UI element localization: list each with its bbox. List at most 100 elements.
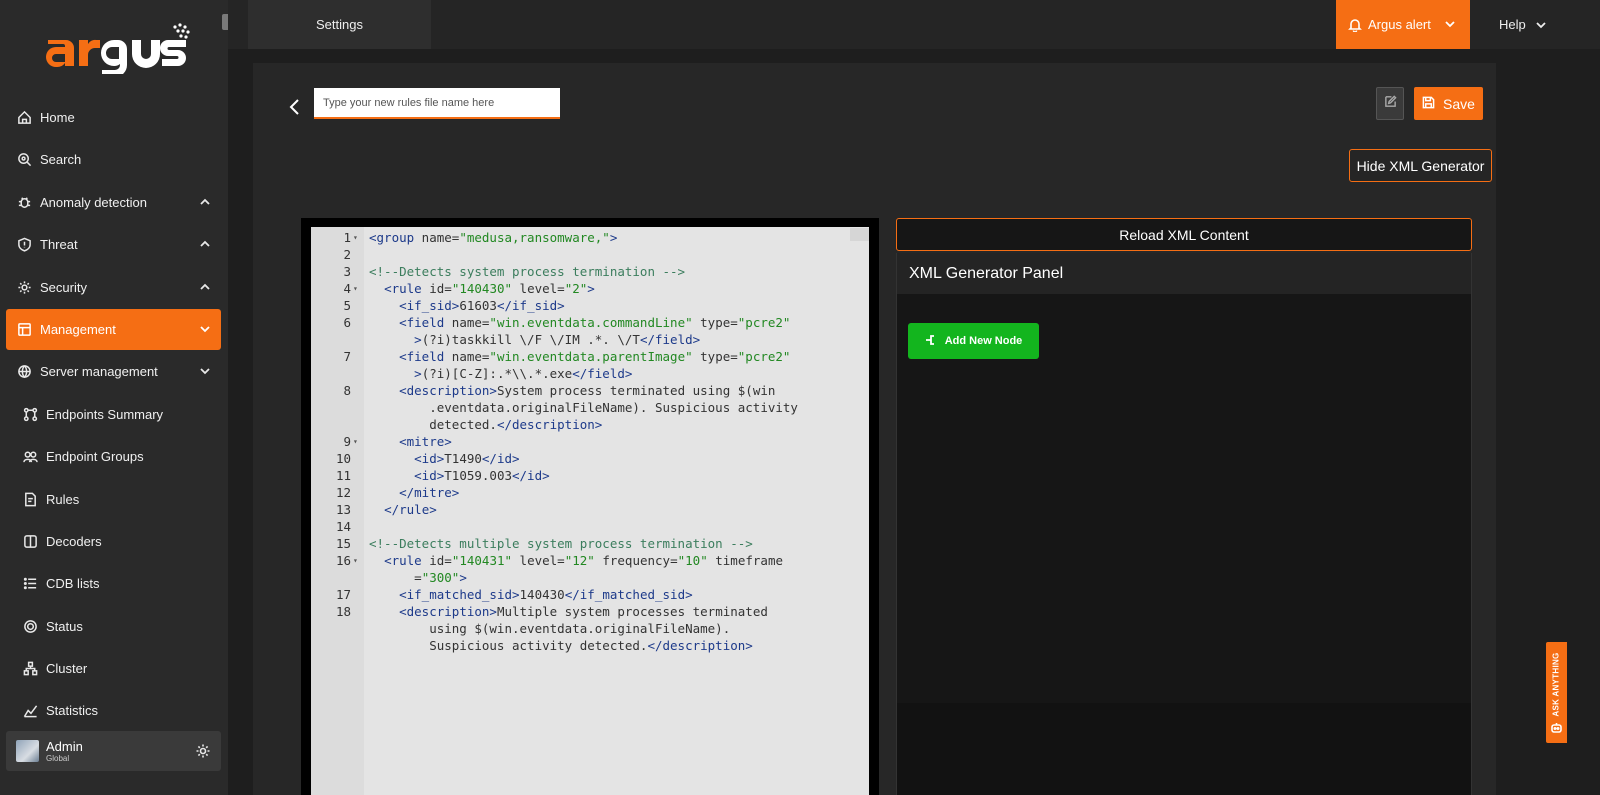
code-line[interactable]: 18 <description>Multiple system processe… xyxy=(311,603,869,620)
code-text: <!--Detects multiple system process term… xyxy=(369,536,753,551)
edit-button[interactable] xyxy=(1376,87,1404,120)
code-line[interactable]: 12 </mitre> xyxy=(311,484,869,501)
settings-gear-icon[interactable] xyxy=(195,743,211,759)
back-arrow-icon[interactable] xyxy=(288,98,302,116)
argus-logo[interactable] xyxy=(44,22,194,74)
search-icon xyxy=(16,152,32,168)
help-menu-button[interactable]: Help xyxy=(1488,0,1568,49)
code-line[interactable]: Suspicious activity detected.</descripti… xyxy=(311,637,869,654)
chat-bot-icon xyxy=(1550,722,1563,735)
chevron-up-icon[interactable] xyxy=(199,281,211,293)
rules-filename-input[interactable] xyxy=(314,88,560,119)
sidebar-item-endpoint-groups[interactable]: Endpoint Groups xyxy=(6,436,221,477)
home-icon xyxy=(16,110,32,126)
code-text: <id>T1490</id> xyxy=(414,451,520,466)
xml-code-editor[interactable]: 1 ▾ <group name="medusa,ransomware,"> 2 3 <!-… xyxy=(311,227,869,795)
add-new-node-button[interactable]: Add New Node xyxy=(908,323,1039,359)
sidebar-item-security[interactable]: Security xyxy=(6,267,221,308)
code-text: <field name="win.eventdata.parentImage" … xyxy=(399,349,791,364)
sidebar-item-threat[interactable]: Threat xyxy=(6,224,221,265)
sidebar-item-label: Endpoints Summary xyxy=(46,406,164,422)
sidebar-item-cluster[interactable]: Cluster xyxy=(6,648,221,689)
code-text: <field name="win.eventdata.commandLine" … xyxy=(399,315,791,330)
code-line[interactable]: 4 ▾ <rule id="140430" level="2"> xyxy=(311,280,869,297)
code-text: </mitre> xyxy=(399,485,460,500)
sidebar-item-label: Search xyxy=(40,152,82,168)
group-icon xyxy=(22,449,38,465)
sidebar-item-management[interactable]: Management xyxy=(6,308,221,350)
bug-icon xyxy=(16,194,32,210)
argus-alert-button[interactable]: Argus alert xyxy=(1336,0,1470,49)
code-line[interactable]: ="300"> xyxy=(311,569,869,586)
code-line[interactable]: 7 <field name="win.eventdata.parentImage… xyxy=(311,348,869,365)
code-line[interactable]: 9 ▾ <mitre> xyxy=(311,433,869,450)
fold-toggle-icon[interactable]: ▾ xyxy=(353,229,358,246)
code-text: <rule id="140430" level="2"> xyxy=(384,281,595,296)
code-line[interactable]: using $(win.eventdata.originalFileName). xyxy=(311,620,869,637)
line-number: 5 xyxy=(343,298,351,313)
code-line[interactable]: detected.</description> xyxy=(311,416,869,433)
sidebar-item-label: Home xyxy=(40,110,75,125)
decoder-icon xyxy=(22,533,38,549)
tab-settings[interactable]: Settings xyxy=(248,0,431,49)
sidebar-item-endpoints-summary[interactable]: Endpoints Summary xyxy=(6,394,221,435)
xml-generator-title: XML Generator Panel xyxy=(909,265,1064,282)
code-line[interactable]: >(?i)[C-Z]:.*\\.*.exe</field> xyxy=(311,365,869,382)
code-line[interactable]: 1 ▾ <group name="medusa,ransomware,"> xyxy=(311,229,869,246)
code-text: <if_sid>61603</if_sid> xyxy=(399,298,565,313)
save-button[interactable]: Save xyxy=(1414,87,1483,120)
line-number: 13 xyxy=(335,502,351,517)
code-line[interactable]: .eventdata.originalFileName). Suspicious… xyxy=(311,399,869,416)
ask-anything-tab[interactable]: ASK ANYTHING xyxy=(1546,642,1567,743)
code-line[interactable]: 5 <if_sid>61603</if_sid> xyxy=(311,297,869,314)
fold-toggle-icon[interactable]: ▾ xyxy=(353,280,358,297)
code-line[interactable]: 3 <!--Detects system process termination … xyxy=(311,263,869,280)
sidebar-item-label: Endpoint Groups xyxy=(46,449,144,465)
fold-toggle-icon[interactable]: ▾ xyxy=(353,552,358,569)
cluster-icon xyxy=(22,661,38,677)
reload-xml-content-button[interactable]: Reload XML Content xyxy=(896,218,1472,251)
chevron-down-icon[interactable] xyxy=(199,365,211,377)
code-line[interactable]: 13 </rule> xyxy=(311,501,869,518)
sidebar-item-cdb-lists[interactable]: CDB lists xyxy=(6,563,221,604)
sidebar-item-statistics[interactable]: Statistics xyxy=(6,690,221,731)
shield-icon xyxy=(16,237,32,253)
sidebar-item-server-management[interactable]: Server management xyxy=(6,351,221,392)
code-text: <rule id="140431" level="12" frequency="… xyxy=(384,553,783,568)
status-icon xyxy=(22,618,38,634)
code-line[interactable]: 16 ▾ <rule id="140431" level="12" frequen… xyxy=(311,552,869,569)
chevron-up-icon[interactable] xyxy=(199,196,211,208)
save-icon xyxy=(1422,96,1443,112)
code-text: ="300"> xyxy=(369,570,467,585)
hide-xml-generator-button[interactable]: Hide XML Generator xyxy=(1349,149,1492,182)
code-text: >(?i)taskkill \/F \/IM .*. \/T</field> xyxy=(414,332,701,347)
code-line[interactable]: 10 <id>T1490</id> xyxy=(311,450,869,467)
code-line[interactable]: 8 <description>System process terminated… xyxy=(311,382,869,399)
code-line[interactable]: 2 xyxy=(311,246,869,263)
chevron-up-icon[interactable] xyxy=(199,238,211,250)
line-number: 3 xyxy=(343,264,351,279)
code-text: >(?i)[C-Z]:.*\\.*.exe</field> xyxy=(414,366,633,381)
code-text: <description>Multiple system processes t… xyxy=(399,604,768,619)
sidebar-item-status[interactable]: Status xyxy=(6,606,221,647)
nodes-icon xyxy=(22,406,38,422)
fold-toggle-icon[interactable]: ▾ xyxy=(353,433,358,450)
editor-scrollbar[interactable] xyxy=(850,228,869,241)
code-line[interactable]: 15 <!--Detects multiple system process te… xyxy=(311,535,869,552)
sidebar-item-label: Security xyxy=(40,279,87,295)
chevron-down-icon[interactable] xyxy=(199,323,211,335)
sidebar-item-search[interactable]: Search xyxy=(6,139,221,180)
code-line[interactable]: 6 <field name="win.eventdata.commandLine… xyxy=(311,314,869,331)
sidebar-item-home[interactable]: Home xyxy=(6,97,221,138)
sidebar-item-rules[interactable]: Rules xyxy=(6,479,221,520)
code-line[interactable]: 17 <if_matched_sid>140430</if_matched_si… xyxy=(311,586,869,603)
statistics-icon xyxy=(22,703,38,719)
sidebar-item-anomaly-detection[interactable]: Anomaly detection xyxy=(6,182,221,223)
sidebar-item-decoders[interactable]: Decoders xyxy=(6,521,221,562)
user-bar[interactable]: Admin Global xyxy=(6,731,221,771)
code-line[interactable]: >(?i)taskkill \/F \/IM .*. \/T</field> xyxy=(311,331,869,348)
app: Home Search Anomaly detection Threat Sec… xyxy=(0,0,1600,795)
sidebar-item-label: Anomaly detection xyxy=(40,194,147,210)
code-line[interactable]: 11 <id>T1059.003</id> xyxy=(311,467,869,484)
code-line[interactable]: 14 xyxy=(311,518,869,535)
